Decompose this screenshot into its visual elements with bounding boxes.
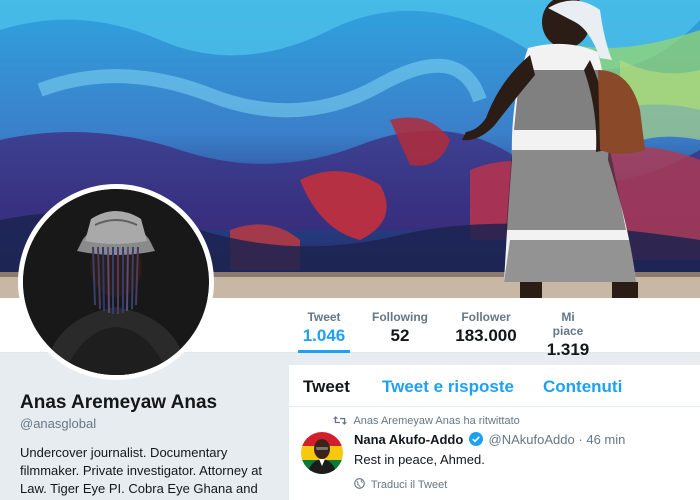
profile-avatar[interactable] <box>18 184 214 380</box>
stat-tweets[interactable]: Tweet 1.046 <box>298 310 350 353</box>
stat-following-label: Following <box>372 310 428 324</box>
timeline-panel: Tweet Tweet e risposte Contenuti Anas Ar… <box>289 365 700 500</box>
tweet-author-name[interactable]: Nana Akufo-Addo <box>354 432 463 447</box>
globe-icon <box>354 478 365 489</box>
retweet-context: Anas Aremeyaw Anas ha ritwittato <box>333 415 520 427</box>
tab-tweets-and-replies[interactable]: Tweet e risposte <box>382 377 514 397</box>
stat-followers-value: 183.000 <box>455 326 517 345</box>
stat-tweets-label: Tweet <box>307 310 341 324</box>
stat-followers[interactable]: Follower 183.000 <box>455 310 517 347</box>
verified-badge-icon <box>468 432 483 446</box>
tweet-timestamp[interactable]: 46 min <box>586 432 625 447</box>
avatar-masked-man-image <box>23 189 209 375</box>
tweet-text: Rest in peace, Ahmed. <box>354 452 485 467</box>
translate-tweet-label[interactable]: Traduci il Tweet <box>371 479 447 491</box>
tweet-author-handle[interactable]: @NAkufoAddo <box>489 432 575 447</box>
timeline-tabs: Tweet Tweet e risposte Contenuti <box>289 365 700 407</box>
tweet-author-avatar[interactable] <box>301 432 343 474</box>
translate-tweet-link[interactable]: Traduci il Tweet <box>354 478 447 491</box>
stat-following-value: 52 <box>390 326 410 345</box>
tab-tweets[interactable]: Tweet <box>303 377 350 397</box>
retweet-icon <box>333 416 347 425</box>
tweet-item[interactable]: Anas Aremeyaw Anas ha ritwittato Nana Ak… <box>289 407 700 499</box>
profile-bio: Undercover journalist. Documentary filmm… <box>20 445 263 496</box>
author-avatar-image <box>301 432 343 474</box>
profile-name[interactable]: Anas Aremeyaw Anas <box>20 392 217 414</box>
tweet-header: Nana Akufo-Addo @NAkufoAddo · 46 min <box>354 432 625 447</box>
profile-handle[interactable]: @anasglobal <box>20 416 96 431</box>
retweet-note[interactable]: Anas Aremeyaw Anas ha ritwittato <box>353 415 519 427</box>
tweet-separator: · <box>578 432 583 447</box>
stat-followers-label: Follower <box>461 310 511 324</box>
stat-following[interactable]: Following 52 <box>372 310 428 347</box>
stat-likes-label: Mi piace <box>552 310 584 338</box>
tab-media[interactable]: Contenuti <box>543 377 622 397</box>
profile-card: Anas Aremeyaw Anas @anasglobal Undercove… <box>0 354 290 500</box>
stat-tweets-value: 1.046 <box>302 326 346 345</box>
stat-likes-value: 1.319 <box>546 340 590 359</box>
stat-likes[interactable]: Mi piace 1.319 <box>545 310 591 361</box>
